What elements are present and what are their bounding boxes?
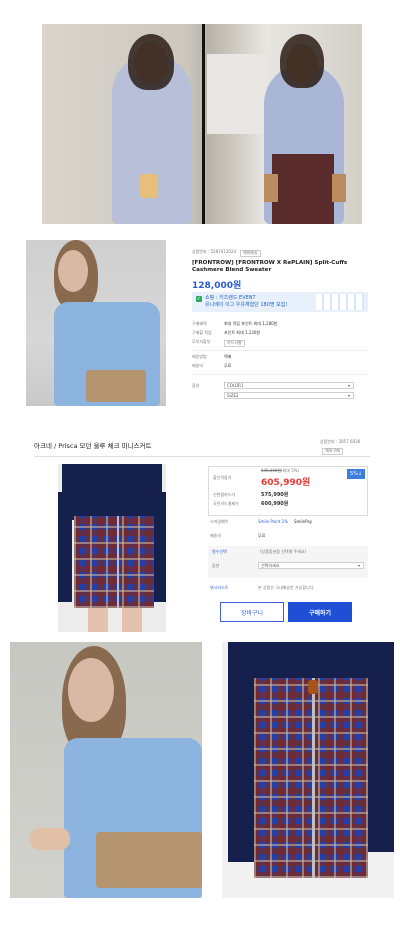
- row-value: 포인트 최대 1,130원: [224, 330, 261, 335]
- code-badge: 해외구매: [322, 448, 343, 455]
- product-code: 상품번호 : 2857 6036: [320, 439, 361, 444]
- shipping-label: 배송비: [210, 533, 222, 538]
- price-box: 할인적용가 645,000원 (최대 5%) 605,990원 5%↓ 신한앱카…: [208, 466, 368, 516]
- skirt-model-photo: [222, 642, 394, 898]
- chevron-down-icon: ▾: [347, 383, 350, 388]
- discount-rate: (최대 5%): [281, 468, 300, 473]
- shipping-badge: 해외배송: [240, 250, 261, 257]
- product-price: 128,000원: [192, 281, 242, 291]
- row-label: 구매혜택: [192, 321, 207, 326]
- product-title: [FRONTROW] [FRONTROW X RePLAIN] Split-Cu…: [192, 260, 348, 274]
- product-card-sweater: 상품번호 : 5287412024 해외배송 [FRONTROW] [FRONT…: [14, 238, 368, 410]
- event-title: 쇼핑 : 키즈랜드 EVENT: [205, 295, 256, 301]
- option-label: 옵션: [192, 383, 200, 388]
- skirt-photo: [58, 464, 166, 632]
- card-price: 575,990원: [261, 492, 289, 498]
- option-select[interactable]: 선택하세요 ▾: [258, 562, 364, 569]
- drama-still-image: [42, 24, 362, 224]
- select-value: COLOR1: [227, 383, 244, 388]
- product-bottles-image: [316, 294, 364, 310]
- discount-badge: 5%↓: [347, 469, 365, 479]
- sweater-model-photo: [10, 642, 202, 898]
- row-label: 배송비: [192, 363, 204, 368]
- divider: [192, 350, 368, 351]
- divider: [34, 456, 370, 457]
- card-label: 신한앱카드가: [213, 492, 236, 497]
- event-subtitle: 유니베이 이그 우유체험단 180명 모집!: [205, 302, 288, 308]
- plaid-skirt: [254, 678, 368, 878]
- zipper-pull: [308, 680, 318, 694]
- smile-point: Smile Point 1%: [258, 519, 288, 524]
- cart-button[interactable]: 장바구니: [220, 602, 284, 622]
- plaid-skirt: [272, 154, 334, 224]
- sweater-photo: [26, 240, 166, 406]
- card-price: 600,990원: [261, 501, 289, 507]
- event-banner[interactable]: ✓ 쇼핑 : 키즈랜드 EVENT 유니베이 이그 우유체험단 180명 모집!: [192, 292, 368, 312]
- installment-badge[interactable]: 카드사별: [224, 340, 245, 347]
- row-label: 배송방법: [192, 354, 207, 359]
- original-price: 645,000원: [261, 468, 282, 473]
- sale-price: 605,990원: [261, 478, 311, 488]
- smilepay-logo: SmilePay: [294, 519, 313, 524]
- size-select[interactable]: SIZE2 ▾: [224, 392, 354, 399]
- required-choice-label: 필수선택: [212, 549, 227, 554]
- chevron-down-icon: ▾: [347, 393, 350, 398]
- row-value: 무료: [224, 363, 232, 368]
- color-select[interactable]: COLOR1 ▾: [224, 382, 354, 389]
- select-value: SIZE2: [227, 393, 239, 398]
- card-label: 국민카드결제가: [213, 501, 239, 506]
- shipping-value: 무료: [258, 533, 266, 538]
- option-panel: 필수선택 (상품옵션을 선택해 주세요) 옵션 선택하세요 ▾: [208, 546, 368, 578]
- choice-hint: (상품옵션을 선택해 주세요): [260, 549, 307, 554]
- price-label: 할인적용가: [213, 475, 232, 480]
- divider: [192, 374, 368, 375]
- delivery-notice: 본 상품은 국내배송만 가능합니다.: [258, 585, 315, 590]
- buy-button[interactable]: 구매하기: [288, 602, 352, 622]
- plaid-skirt: [74, 516, 154, 608]
- row-label: 무이자할부: [192, 339, 211, 344]
- option-label: 옵션: [212, 563, 220, 568]
- point-label: 스마일페이: [210, 519, 229, 524]
- row-value: 최대 적립 포인트 최대 1,280원: [224, 321, 278, 326]
- product-card-skirt: 아크네 / Prisca 모던 울루 체크 미니스커트 상품번호 : 2857 …: [26, 432, 370, 632]
- chevron-down-icon: ▾: [357, 563, 360, 568]
- row-label: 구매할 적립: [192, 330, 212, 335]
- product-code: 상품번호 : 5287412024: [192, 249, 237, 254]
- select-placeholder: 선택하세요: [261, 562, 280, 568]
- skirt-title: 아크네 / Prisca 모던 울루 체크 미니스커트: [34, 442, 152, 450]
- row-value: 택배: [224, 354, 232, 359]
- wishlist-link[interactable]: 위시리스트: [210, 585, 228, 591]
- check-icon: ✓: [196, 296, 202, 302]
- coffee-cup: [140, 174, 158, 198]
